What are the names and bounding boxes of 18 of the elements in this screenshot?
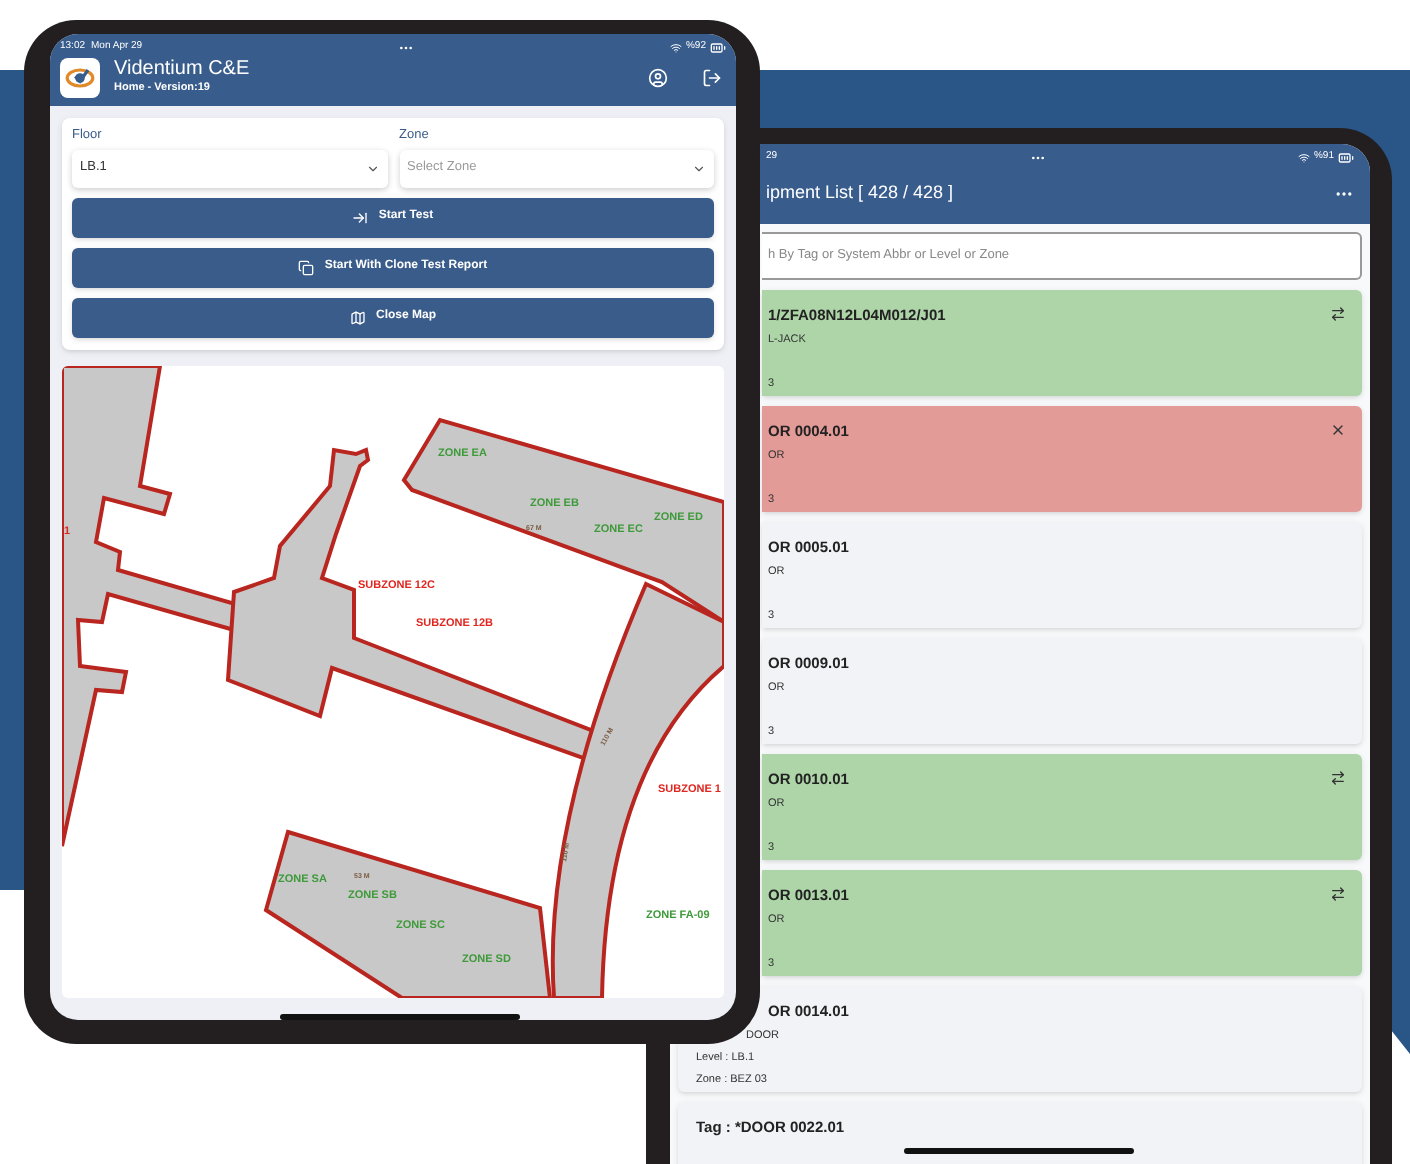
copy-icon: [298, 259, 315, 276]
logout-icon[interactable]: [702, 68, 722, 88]
wifi-icon: [1297, 152, 1310, 164]
app-logo-icon: [60, 58, 100, 98]
swap-icon: [1330, 306, 1346, 323]
screen-title: ipment List [ 428 / 428 ]: [766, 180, 954, 206]
swap-icon: [1330, 886, 1346, 903]
wifi-icon: [669, 42, 682, 54]
dropdown-icon: [365, 161, 379, 176]
app-title: Videntium C&E: [114, 58, 252, 81]
close-icon: [1330, 422, 1346, 439]
map-icon: [349, 309, 366, 326]
dropdown-icon: [692, 161, 706, 176]
swap-icon: [1330, 770, 1346, 787]
arrow-into-line-icon: [352, 209, 369, 226]
battery-icon: [709, 40, 726, 56]
user-icon[interactable]: [648, 68, 668, 88]
battery-icon: [1337, 150, 1354, 166]
